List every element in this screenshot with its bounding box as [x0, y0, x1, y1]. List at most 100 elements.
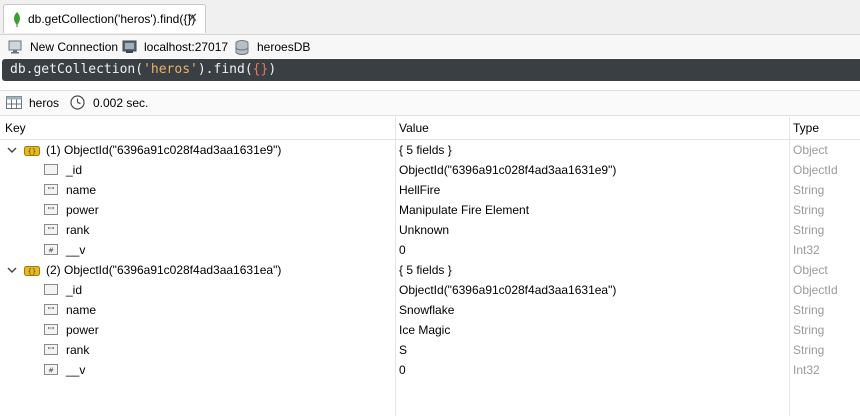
number-field-icon: # [44, 364, 58, 378]
close-icon[interactable]: ✕ [187, 10, 198, 26]
string-field-icon: "" [44, 324, 58, 338]
result-bar: heros 0.002 sec. [0, 90, 860, 116]
table-row[interactable]: "" name HellFire String [0, 180, 860, 200]
row-value: Unknown [399, 223, 450, 237]
svg-text:"": "" [47, 206, 54, 215]
row-key: name [66, 303, 97, 317]
row-value: 0 [399, 243, 406, 257]
string-field-icon: "" [44, 304, 58, 318]
string-field-icon: "" [44, 344, 58, 358]
row-type: String [793, 323, 825, 337]
table-icon [6, 96, 22, 112]
table-row[interactable]: "" power Ice Magic String [0, 320, 860, 340]
row-key: __v [66, 363, 86, 377]
row-type: String [793, 303, 825, 317]
svg-text:#: # [48, 367, 54, 375]
number-field-icon: # [44, 244, 58, 258]
query-editor[interactable]: db.getCollection('heros').find({}) [2, 59, 860, 81]
new-connection-label: New Connection [30, 40, 119, 54]
id-field-icon [44, 284, 58, 298]
row-type: Int32 [793, 243, 820, 257]
query-filter: {} [252, 62, 269, 77]
svg-text:{}: {} [28, 268, 36, 276]
database-icon [235, 40, 249, 58]
row-key: rank [66, 343, 90, 357]
table-row[interactable]: "" name Snowflake String [0, 300, 860, 320]
connection-bar: New Connection localhost:27017 heroesDB [0, 35, 860, 58]
svg-text:"": "" [47, 226, 54, 235]
leaf-icon [13, 12, 21, 30]
row-type: String [793, 203, 825, 217]
column-key-header[interactable]: Key [5, 121, 26, 135]
row-type: String [793, 183, 825, 197]
table-header: Key Value Type [0, 117, 860, 140]
document-icon: {} [24, 145, 40, 159]
tab-bar: db.getCollection('heros').find({}) ✕ [0, 0, 860, 35]
svg-text:{}: {} [28, 148, 36, 156]
table-row[interactable]: "" rank S String [0, 340, 860, 360]
table-row[interactable]: # __v 0 Int32 [0, 240, 860, 260]
chevron-down-icon[interactable] [7, 264, 17, 278]
row-type: ObjectId [793, 283, 838, 297]
row-type: ObjectId [793, 163, 838, 177]
row-type: Object [793, 143, 828, 157]
row-value: HellFire [399, 183, 441, 197]
svg-text:"": "" [47, 306, 54, 315]
string-field-icon: "" [44, 184, 58, 198]
host-label: localhost:27017 [144, 40, 229, 54]
row-key: (2) ObjectId("6396a91c028f4ad3aa1631ea") [46, 263, 282, 277]
table-row[interactable]: # __v 0 Int32 [0, 360, 860, 380]
string-field-icon: "" [44, 204, 58, 218]
svg-text:"": "" [47, 346, 54, 355]
row-value: { 5 fields } [399, 143, 452, 157]
database-label: heroesDB [257, 40, 311, 54]
row-key: power [66, 323, 99, 337]
row-type: String [793, 343, 825, 357]
row-key: (1) ObjectId("6396a91c028f4ad3aa1631e9") [46, 143, 282, 157]
query-time-label: 0.002 sec. [93, 96, 149, 110]
table-row[interactable]: _id ObjectId("6396a91c028f4ad3aa1631e9")… [0, 160, 860, 180]
table-row[interactable]: {} (2) ObjectId("6396a91c028f4ad3aa1631e… [0, 260, 860, 280]
row-key: _id [66, 163, 83, 177]
svg-text:#: # [48, 247, 54, 255]
row-value: 0 [399, 363, 406, 377]
row-value: ObjectId("6396a91c028f4ad3aa1631ea") [399, 283, 617, 297]
row-value: Manipulate Fire Element [399, 203, 530, 217]
id-field-icon [44, 164, 58, 178]
row-value: S [399, 343, 408, 357]
string-field-icon: "" [44, 224, 58, 238]
query-prefix: db.getCollection( [10, 62, 144, 77]
row-type: Int32 [793, 363, 820, 377]
row-key: _id [66, 283, 83, 297]
query-middle: ).find( [197, 62, 253, 77]
row-key: __v [66, 243, 86, 257]
chevron-down-icon[interactable] [7, 144, 17, 158]
row-value: ObjectId("6396a91c028f4ad3aa1631e9") [399, 163, 617, 177]
document-icon: {} [24, 265, 40, 279]
query-tab[interactable]: db.getCollection('heros').find({}) ✕ [3, 4, 206, 33]
query-collection: 'heros' [143, 62, 198, 77]
server-icon [122, 40, 138, 57]
tab-label: db.getCollection('heros').find({}) [28, 12, 196, 26]
new-connection-icon [8, 40, 24, 57]
column-type-header[interactable]: Type [793, 121, 819, 135]
row-type: Object [793, 263, 828, 277]
row-key: rank [66, 223, 90, 237]
table-row[interactable]: "" rank Unknown String [0, 220, 860, 240]
table-row[interactable]: "" power Manipulate Fire Element String [0, 200, 860, 220]
table-row[interactable]: _id ObjectId("6396a91c028f4ad3aa1631ea")… [0, 280, 860, 300]
row-key: name [66, 183, 97, 197]
svg-text:"": "" [47, 186, 54, 195]
query-text[interactable]: db.getCollection('heros').find({}) [10, 62, 276, 77]
row-value: Snowflake [399, 303, 455, 317]
row-value: Ice Magic [399, 323, 451, 337]
clock-icon [70, 95, 85, 113]
svg-text:"": "" [47, 326, 54, 335]
column-value-header[interactable]: Value [399, 121, 429, 135]
row-type: String [793, 223, 825, 237]
table-row[interactable]: {} (1) ObjectId("6396a91c028f4ad3aa1631e… [0, 140, 860, 160]
row-key: power [66, 203, 99, 217]
query-suffix: ) [268, 62, 277, 77]
row-value: { 5 fields } [399, 263, 452, 277]
collection-label: heros [29, 96, 60, 110]
